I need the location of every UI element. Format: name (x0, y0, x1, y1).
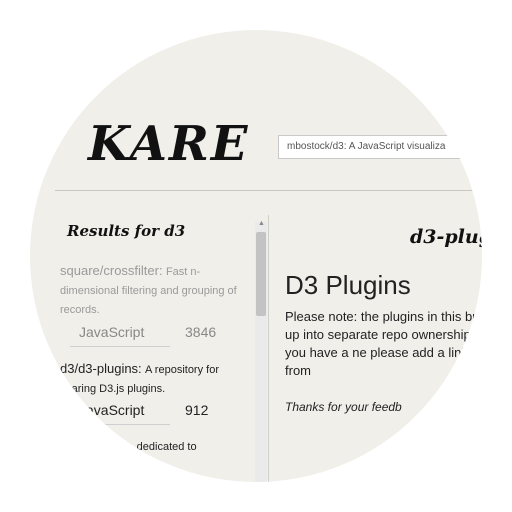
result-item[interactable]: square/crossfilter: Fast n-dimensional f… (60, 262, 248, 319)
pane-divider (268, 215, 269, 482)
result-stars: 3846 (185, 324, 217, 340)
result-item[interactable]: sigma.js: A ... dedicated to (60, 437, 248, 456)
result-stars: 912 (185, 402, 209, 418)
repo-title: d3-plug (410, 226, 482, 248)
result-name[interactable]: sigma.js: (60, 438, 111, 453)
readme-paragraph: Please note: the plugins in this broken … (285, 309, 482, 378)
result-separator (70, 346, 170, 347)
result-name[interactable]: square/crossfilter: (60, 263, 163, 278)
header-divider (55, 190, 482, 191)
readme-thanks: Thanks for your feedb (285, 400, 402, 414)
result-description: A ... dedicated to (114, 441, 197, 453)
app-logo[interactable]: KARE (88, 116, 250, 172)
readme-heading: D3 Plugins (285, 270, 411, 300)
scroll-up-arrow-icon[interactable]: ▲ (258, 220, 265, 227)
magnifier-lens: KARE mbostock/d3: A JavaScript visualiza… (30, 30, 482, 482)
result-separator (70, 424, 170, 425)
scrollbar-thumb[interactable] (256, 232, 266, 316)
result-name[interactable]: d3/d3-plugins: (60, 361, 142, 376)
results-title: Results for d3 (67, 222, 186, 240)
search-input[interactable]: mbostock/d3: A JavaScript visualiza (278, 135, 482, 159)
result-language: JavaScript (79, 324, 145, 340)
app-view: KARE mbostock/d3: A JavaScript visualiza… (30, 30, 482, 482)
result-item[interactable]: d3/d3-plugins: A repository for sharing … (60, 360, 248, 398)
result-language: JavaScript (79, 402, 145, 418)
